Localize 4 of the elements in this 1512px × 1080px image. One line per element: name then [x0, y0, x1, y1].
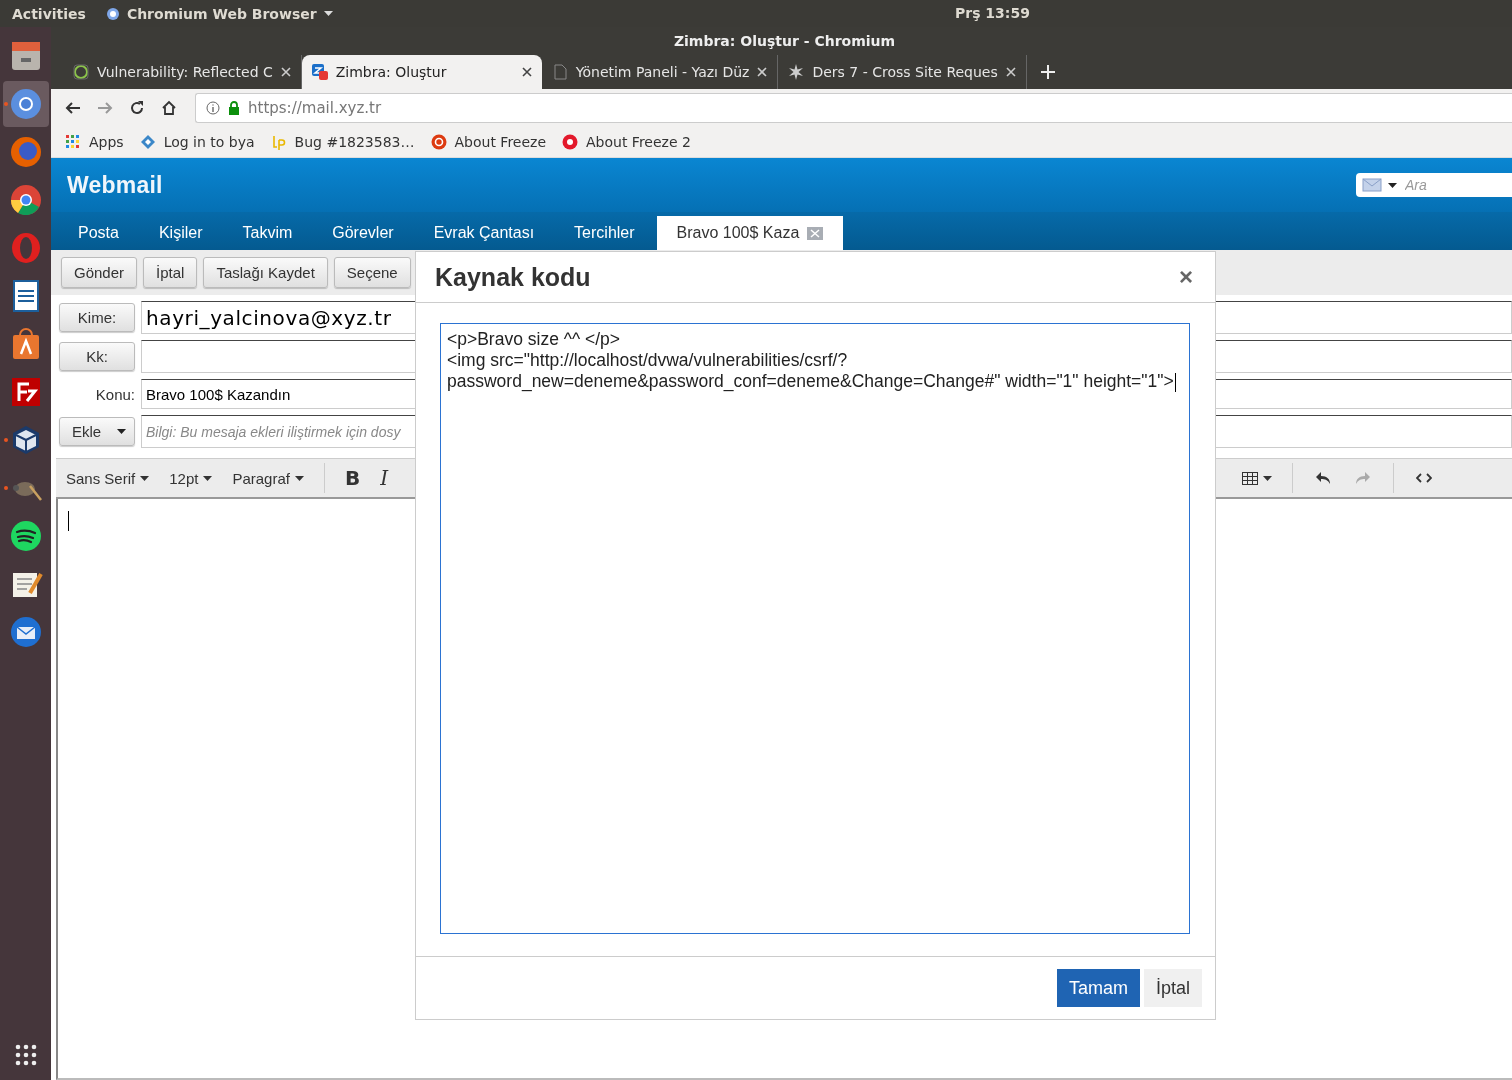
webmail-logo: Webmail	[67, 171, 163, 199]
window-title: Zimbra: Oluştur - Chromium	[673, 33, 896, 49]
subject-label: Konu:	[94, 385, 135, 403]
dialog-title: Kaynak kodu	[435, 262, 591, 292]
